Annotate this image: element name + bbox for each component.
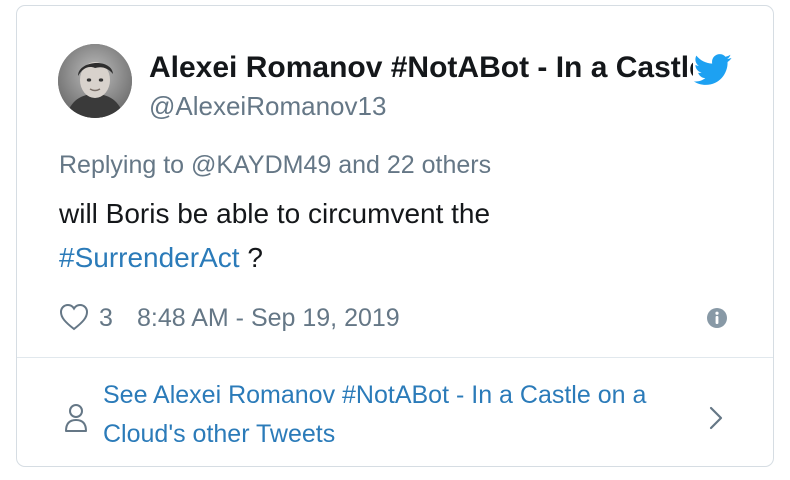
like-count: 3 [99, 304, 113, 332]
heart-icon[interactable] [59, 303, 89, 331]
hashtag-link[interactable]: #SurrenderAct [59, 242, 240, 273]
author-handle[interactable]: @AlexeiRomanov13 [149, 89, 386, 123]
person-icon [64, 403, 88, 433]
reply-mention-link[interactable]: @KAYDM49 [191, 151, 331, 179]
reply-suffix[interactable]: and 22 others [331, 151, 491, 179]
tweet-timestamp[interactable]: 8:48 AM - Sep 19, 2019 [137, 300, 400, 336]
info-icon[interactable] [706, 307, 728, 329]
author-display-name[interactable]: Alexei Romanov #NotABot - In a Castle on… [149, 48, 719, 88]
avatar-photo-icon [58, 44, 132, 118]
tweet-text-body: will Boris be able to circumvent the [59, 198, 491, 229]
embedded-tweet-card: Alexei Romanov #NotABot - In a Castle on… [16, 5, 774, 467]
see-other-tweets-link[interactable]: See Alexei Romanov #NotABot - In a Castl… [17, 358, 773, 466]
chevron-right-icon [707, 404, 725, 432]
twitter-bird-icon[interactable] [693, 54, 733, 86]
avatar[interactable] [58, 44, 132, 118]
tweet-text-tail: ? [239, 242, 263, 273]
tweet-meta: 3 8:48 AM - Sep 19, 2019 [59, 300, 739, 336]
tweet-header: Alexei Romanov #NotABot - In a Castle on… [17, 6, 773, 136]
tweet-text: will Boris be able to circumvent the #Su… [59, 192, 619, 280]
reply-prefix: Replying to [59, 151, 192, 179]
see-other-tweets-label[interactable]: See Alexei Romanov #NotABot - In a Castl… [103, 376, 703, 454]
reply-context: Replying to @KAYDM49 and 22 others [59, 148, 491, 182]
